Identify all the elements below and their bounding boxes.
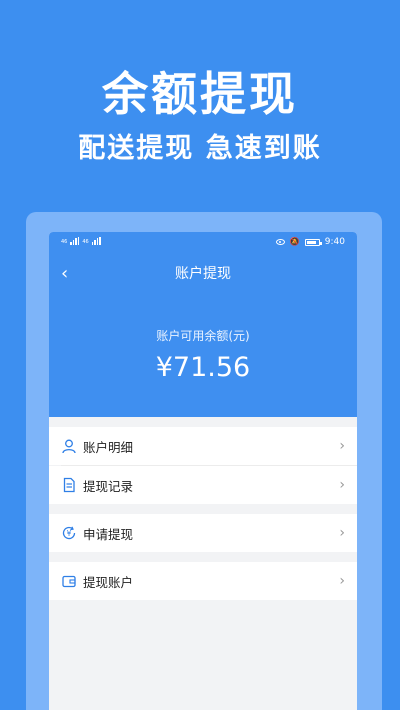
yen-refresh-icon: ¥: [61, 525, 77, 541]
menu-item-label: 提现记录: [83, 478, 134, 494]
network-type-label: 46: [82, 239, 89, 245]
eye-icon: [275, 239, 285, 245]
menu-item-label: 提现账户: [83, 574, 134, 590]
menu-item-label: 申请提现: [83, 526, 134, 542]
status-bar-signals: 46 46: [61, 237, 101, 245]
mute-bell-icon: 🔕: [289, 237, 300, 246]
balance-amount: ¥71.56: [155, 352, 251, 383]
menu-item-withdraw-records[interactable]: 提现记录 ›: [49, 466, 357, 504]
chevron-right-icon: ›: [339, 525, 345, 541]
network-type-label: 46: [61, 239, 68, 245]
menu-item-label: 账户明细: [83, 439, 134, 455]
status-time: 9:40: [324, 237, 345, 247]
header: 46 46 🔕 9:40 ‹ 账户提现 账户可用余额(元) ¥71.56: [49, 232, 357, 417]
page-title: 账户提现: [175, 266, 231, 282]
signal-icon: [91, 237, 101, 245]
promo-title: 余额提现: [102, 67, 298, 121]
wallet-icon: [61, 573, 77, 589]
chevron-right-icon: ›: [339, 573, 345, 589]
menu-item-apply-withdraw[interactable]: ¥ 申请提现 ›: [49, 514, 357, 552]
balance-label: 账户可用余额(元): [156, 329, 250, 343]
user-icon: [61, 438, 77, 454]
menu-item-withdraw-account[interactable]: 提现账户 ›: [49, 562, 357, 600]
phone-screen: 46 46 🔕 9:40 ‹ 账户提现 账户可用余额(元) ¥71.56 账户明…: [49, 232, 357, 710]
chevron-right-icon: ›: [339, 438, 345, 454]
battery-icon: [304, 238, 322, 246]
svg-text:¥: ¥: [67, 529, 72, 538]
signal-icon: [70, 237, 80, 245]
status-bar: 46 46 🔕 9:40: [49, 232, 357, 252]
promo-subtitle: 配送提现 急速到账: [78, 133, 322, 164]
status-bar-right: 🔕 9:40: [275, 237, 345, 247]
menu-item-account-details[interactable]: 账户明细 ›: [49, 427, 357, 465]
chevron-right-icon: ›: [339, 477, 345, 493]
document-icon: [61, 477, 77, 493]
